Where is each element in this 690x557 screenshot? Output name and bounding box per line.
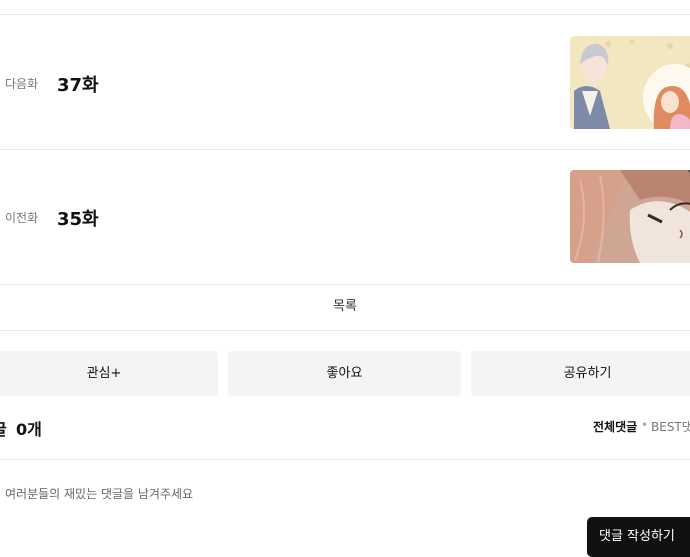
previous-episode-row[interactable]: 이전화 35화 [0, 150, 690, 285]
next-episode-row[interactable]: 다음화 37화 [0, 15, 690, 150]
sort-separator: • [641, 418, 649, 432]
sort-all-comments-tab[interactable]: 전체댓글 [593, 418, 637, 435]
next-episode-thumbnail-image [570, 36, 690, 129]
episode-list-button[interactable]: 목록 [0, 284, 690, 331]
previous-episode-thumbnail[interactable] [570, 170, 690, 263]
write-comment-button[interactable]: 댓글 작성하기 [587, 517, 690, 557]
like-button[interactable]: 좋아요 [228, 351, 461, 396]
comment-count: 0개 [16, 420, 42, 439]
interest-button[interactable]: 관심+ [0, 351, 218, 396]
comment-input-placeholder[interactable]: 여러분들의 재밌는 댓글을 남겨주세요 [5, 485, 193, 502]
previous-episode-thumbnail-image [570, 170, 690, 263]
share-button[interactable]: 공유하기 [471, 351, 690, 396]
next-episode-thumbnail[interactable] [570, 36, 690, 129]
previous-episode-number: 35화 [57, 209, 99, 230]
comment-header: 글 0개 전체댓글 • BEST댓 [0, 408, 690, 460]
top-divider-partial [0, 0, 690, 15]
next-episode-number: 37화 [57, 75, 99, 96]
comment-heading: 글 [0, 416, 7, 440]
previous-episode-caption: 이전화 [5, 211, 39, 225]
next-episode-caption: 다음화 [5, 77, 39, 91]
sort-best-comments-tab[interactable]: BEST댓 [651, 418, 690, 435]
